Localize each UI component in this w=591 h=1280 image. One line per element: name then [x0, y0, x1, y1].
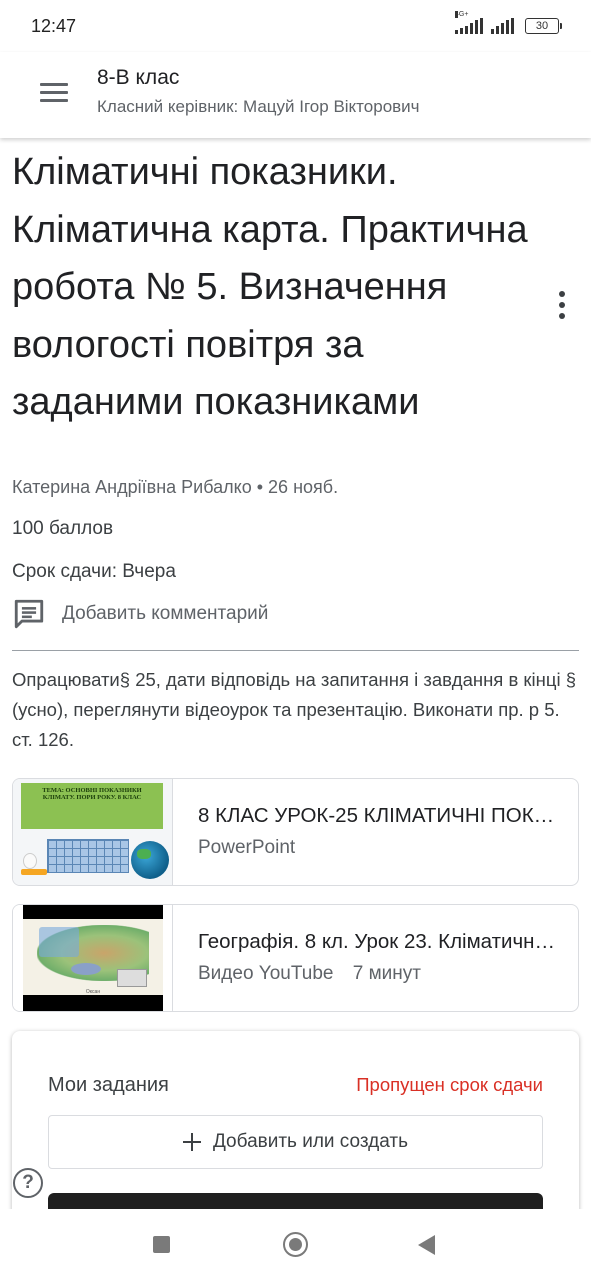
help-icon[interactable]: ? — [13, 1168, 43, 1198]
recents-icon[interactable] — [153, 1236, 170, 1253]
add-or-create-label: Добавить или создать — [212, 1131, 409, 1152]
plus-icon — [182, 1133, 201, 1151]
powerpoint-thumbnail: ТЕМА: ОСНОВНІ ПОКАЗНИКИ КЛІМАТУ. ПОРИ РО… — [13, 779, 173, 885]
attachment-type: Видео YouTube — [198, 963, 334, 984]
home-icon[interactable] — [283, 1232, 308, 1257]
attachment-title: 8 КЛАС УРОК-25 КЛІМАТИЧНІ ПОКАЗНИКИ — [198, 804, 558, 827]
system-nav-bar — [0, 1209, 591, 1280]
comment-icon — [14, 599, 44, 629]
class-title: 8-В клас — [97, 66, 180, 89]
battery-level: 30 — [535, 20, 549, 32]
missed-status: Пропущен срок сдачи — [356, 1074, 543, 1095]
add-comment-button[interactable]: Добавить комментарий — [12, 597, 268, 631]
attachment-type: PowerPoint — [198, 837, 296, 858]
add-or-create-button[interactable]: Добавить или создать — [48, 1115, 543, 1169]
my-work-title: Мои задания — [48, 1074, 169, 1096]
meta-separator: • — [256, 477, 269, 497]
hamburger-menu-icon[interactable] — [30, 74, 78, 110]
signal-icon — [491, 18, 514, 34]
attachment-title: Географія. 8 кл. Урок 23. Кліматичні пок… — [198, 930, 558, 953]
assignment-due: Срок сдачи: Вчера — [12, 561, 176, 582]
app-bar: 8-В клас Класний керівник: Мацуй Ігор Ві… — [0, 52, 591, 138]
assignment-points: 100 баллов — [12, 518, 114, 539]
video-thumb-caption: Оксан — [85, 989, 101, 995]
assignment-meta: Катерина Андріївна Рибалко • 26 нояб. — [12, 477, 338, 498]
slide-title-text: ТЕМА: ОСНОВНІ ПОКАЗНИКИ КЛІМАТУ. ПОРИ РО… — [42, 787, 142, 801]
divider — [12, 650, 579, 651]
assignment-date: 26 нояб. — [268, 477, 339, 497]
assignment-description: Опрацювати§ 25, дати відповідь на запита… — [12, 669, 576, 750]
assignment-author: Катерина Андріївна Рибалко — [12, 477, 252, 497]
signal-4g-icon: 4G+ — [455, 11, 483, 34]
class-teacher: Класний керівник: Мацуй Ігор Вікторович — [97, 97, 420, 116]
more-options-icon[interactable] — [548, 290, 576, 320]
attachment-duration: 7 минут — [352, 963, 421, 984]
status-icons: 4G+ 30 — [455, 11, 562, 34]
add-comment-label: Добавить комментарий — [62, 603, 269, 624]
back-icon[interactable] — [418, 1235, 435, 1255]
youtube-thumbnail: Оксан — [13, 905, 173, 1011]
attachment-powerpoint[interactable]: ТЕМА: ОСНОВНІ ПОКАЗНИКИ КЛІМАТУ. ПОРИ РО… — [12, 778, 579, 886]
battery-icon: 30 — [525, 18, 562, 34]
status-bar: 12:47 4G+ 30 — [0, 0, 591, 52]
network-type-label: 4G+ — [455, 11, 469, 18]
status-time: 12:47 — [31, 15, 77, 36]
attachment-youtube[interactable]: Оксан Географія. 8 кл. Урок 23. Кліматич… — [12, 904, 579, 1012]
attachment-type-row: Видео YouTube 7 минут — [198, 963, 421, 985]
assignment-title: Кліматичні показники. Кліматична карта. … — [12, 151, 528, 423]
